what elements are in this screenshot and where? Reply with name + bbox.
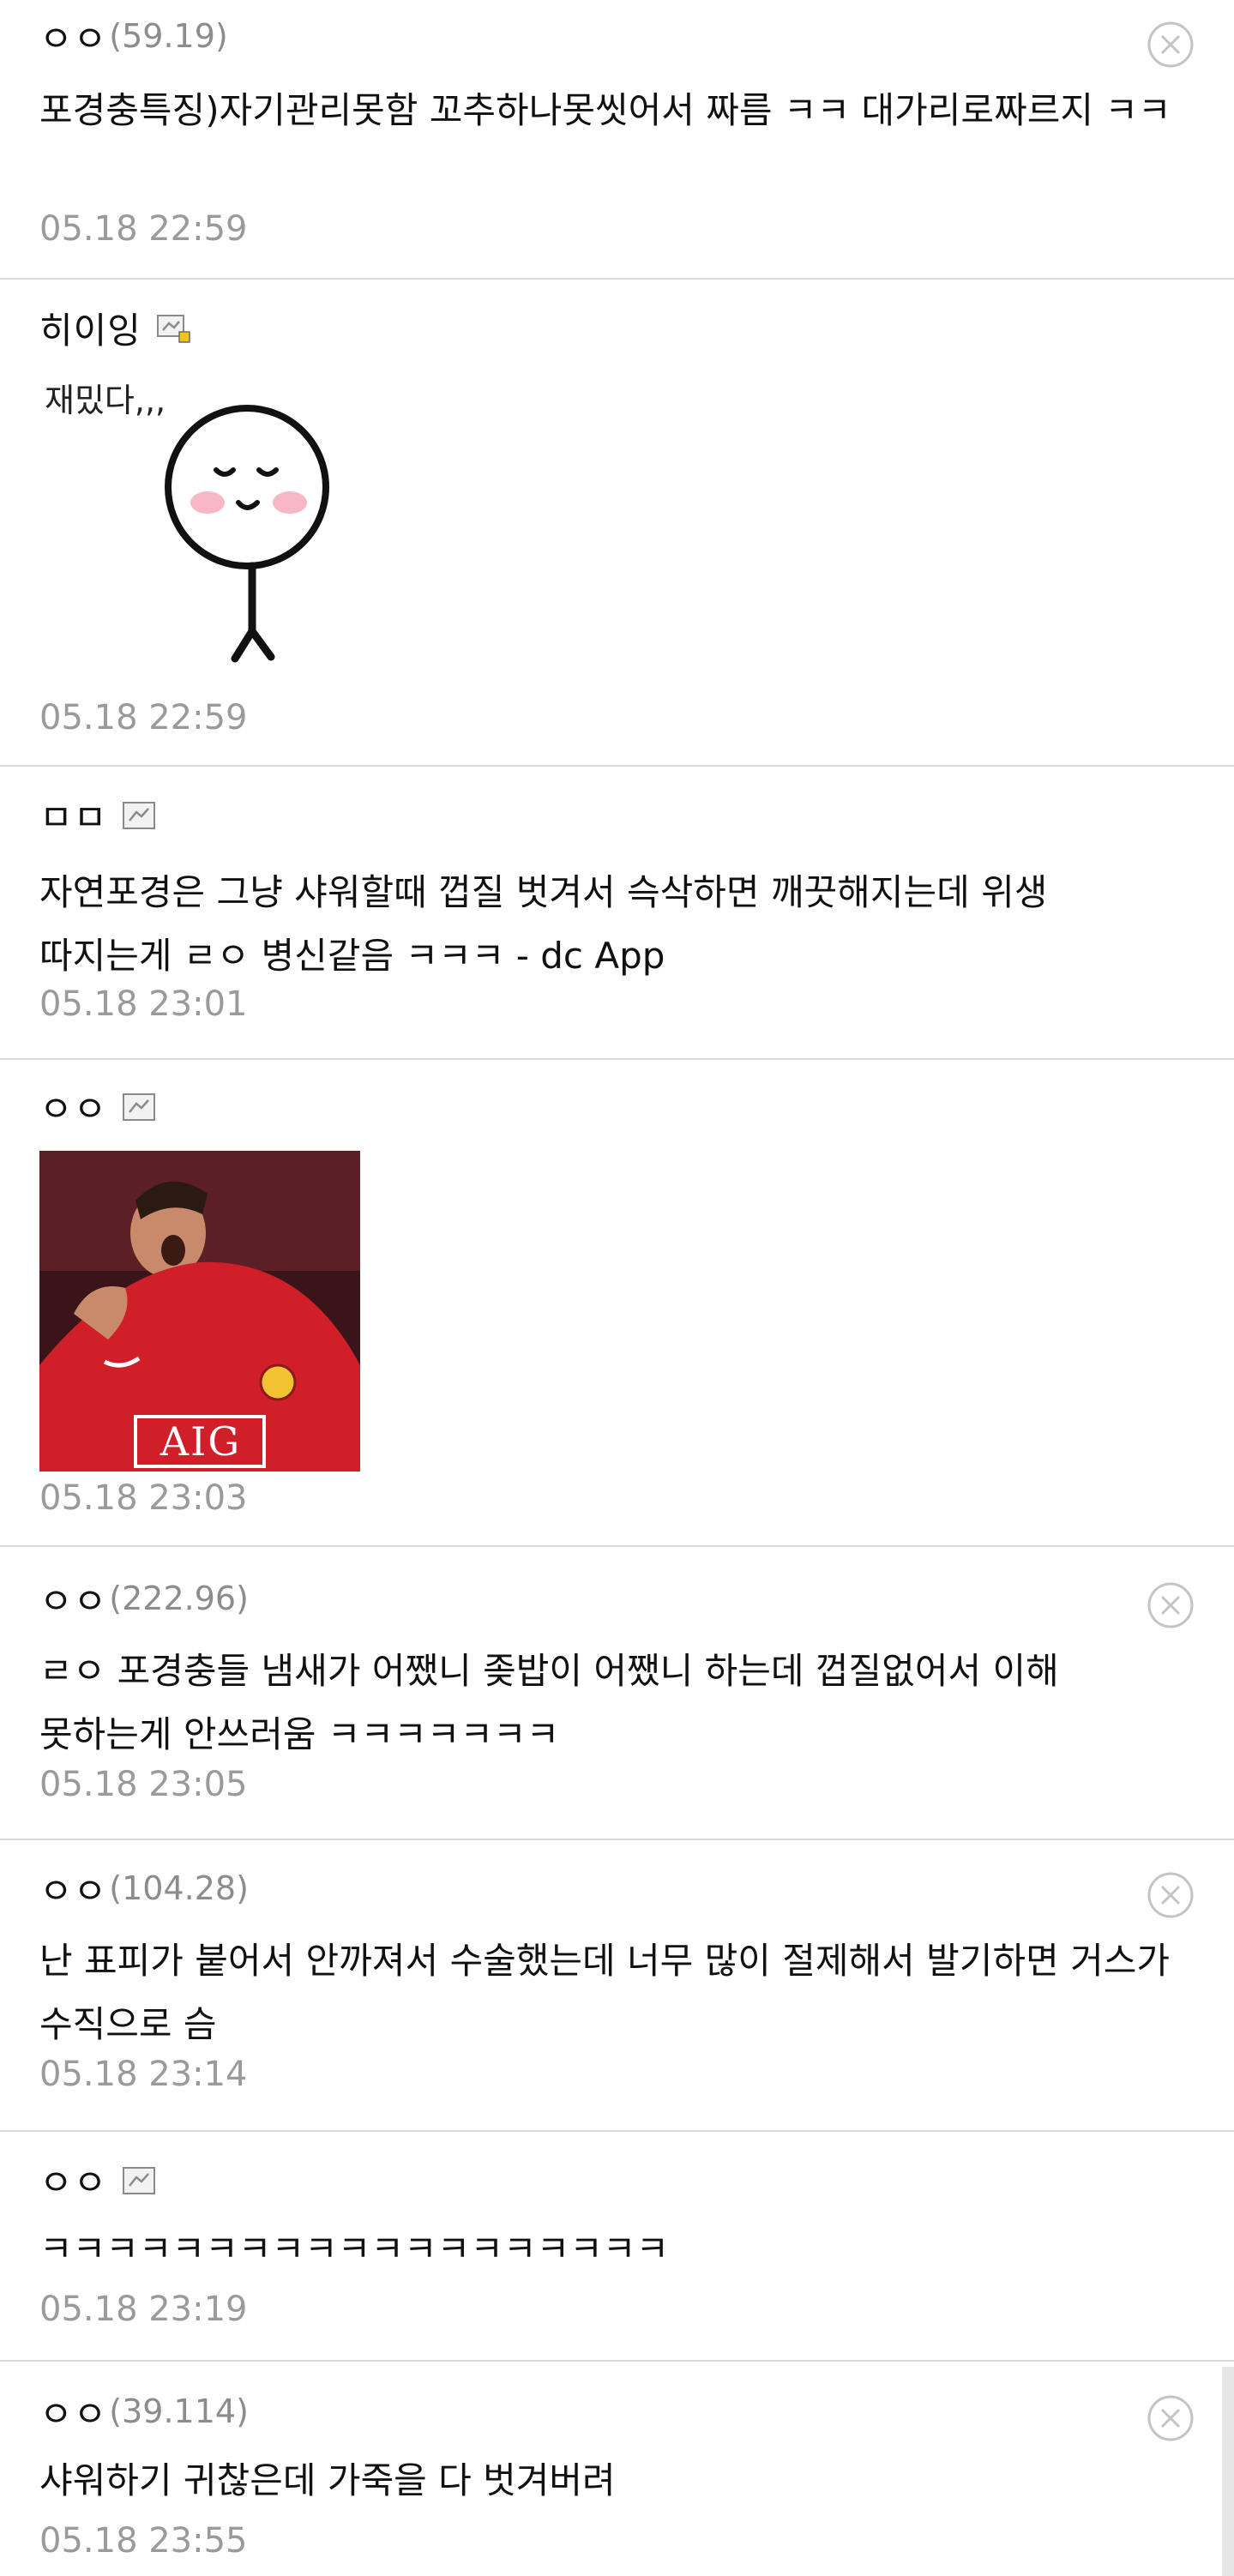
comment-nickname[interactable]: ㅇㅇ (39, 2154, 107, 2206)
comment-item: ㅇㅇ (104.28) 난 표피가 붙어서 안까져서 수술했는데 너무 많이 절… (0, 1840, 1234, 2132)
comment-author: ㅇㅇ (39, 2158, 156, 2204)
comment-date: 05.18 23:01 (39, 984, 248, 1024)
comment-text: 샤워하기 귀찮은데 가죽을 다 벗겨버려 (39, 2459, 616, 2501)
comment-author: ㅇㅇ (39, 1084, 156, 1130)
comment-item: ㅇㅇ (222.96) ㄹㅇ 포경충들 냄새가 어쨌니 좆밥이 어쨌니 하는데 … (0, 1547, 1234, 1840)
comment-date: 05.18 23:55 (39, 2521, 248, 2561)
half-fixed-nick-icon (156, 315, 190, 343)
comment-author: ㅇㅇ (104.28) (39, 1866, 249, 1912)
comment-item: ㅁㅁ 자연포경은 그냥 샤워할때 껍질 벗겨서 슥삭하면 깨끗해지는데 위생 따… (0, 767, 1234, 1060)
fixed-nick-icon (123, 2167, 156, 2194)
comment-item: ㅇㅇ ㅋㅋㅋㅋㅋㅋㅋㅋㅋㅋㅋㅋㅋㅋㅋㅋㅋㅋㅋ 05.18 23:19 (0, 2132, 1234, 2362)
comment-text: 포경충특징)자기관리못함 꼬추하나못씻어서 짜름 ㅋㅋ 대가리로짜르지 ㅋㅋ (39, 89, 1171, 131)
delete-icon[interactable] (1147, 1581, 1195, 1629)
comment-item: 히이잉 재밌다,,, 05.18 22:59 (0, 280, 1234, 767)
comment-author: ㅇㅇ (39.114) (39, 2389, 249, 2435)
comment-nickname[interactable]: ㅇㅇ (39, 1573, 107, 1625)
comment-date: 05.18 23:05 (39, 1765, 248, 1804)
fixed-nick-icon (123, 802, 156, 829)
jersey-text: AIG (160, 1418, 242, 1465)
comment-image[interactable]: AIG (39, 1151, 360, 1472)
comment-ip: (39.114) (109, 2392, 249, 2430)
comment-date: 05.18 22:59 (39, 209, 248, 249)
comment-author: ㅁㅁ (39, 792, 156, 839)
dccon-image[interactable]: 재밌다,,, (39, 374, 365, 700)
comment-ip: (104.28) (109, 1869, 249, 1907)
comment-author: 히이잉 (39, 305, 190, 352)
comment-author: ㅇㅇ (222.96) (39, 1576, 249, 1622)
comment-ip: (222.96) (109, 1580, 249, 1617)
comment-item: ㅇㅇ (59.19) 포경충특징)자기관리못함 꼬추하나못씻어서 짜름 ㅋㅋ 대… (0, 0, 1234, 280)
comment-nickname[interactable]: ㅇㅇ (39, 1863, 107, 1915)
comment-nickname[interactable]: ㅇㅇ (39, 10, 107, 63)
comment-text: ㄹㅇ 포경충들 냄새가 어쨌니 좆밥이 어쨌니 하는데 껍질없어서 이해 못하는… (39, 1650, 1059, 1755)
fixed-nick-icon (123, 1093, 156, 1121)
comment-text: 자연포경은 그냥 샤워할때 껍질 벗겨서 슥삭하면 깨끗해지는데 위생 따지는게… (39, 871, 1048, 977)
comment-item: ㅇㅇ AIG 05.18 23:03 (0, 1060, 1234, 1547)
delete-icon[interactable] (1147, 2394, 1195, 2442)
comment-date: 05.18 22:59 (39, 698, 248, 737)
scrollbar[interactable] (1222, 2367, 1234, 2576)
delete-icon[interactable] (1147, 1871, 1195, 1919)
comment-text: 난 표피가 붙어서 안까져서 수술했는데 너무 많이 절제해서 발기하면 거스가… (39, 1940, 1170, 2045)
comment-date: 05.18 23:19 (39, 2290, 248, 2329)
delete-icon[interactable] (1147, 21, 1195, 69)
comment-item: ㅇㅇ (39.114) 샤워하기 귀찮은데 가죽을 다 벗겨버려 05.18 2… (0, 2362, 1234, 2576)
comment-nickname[interactable]: 히이잉 (39, 302, 141, 354)
comment-text: ㅋㅋㅋㅋㅋㅋㅋㅋㅋㅋㅋㅋㅋㅋㅋㅋㅋㅋㅋ (39, 2228, 670, 2270)
comment-date: 05.18 23:03 (39, 1478, 248, 1518)
comment-nickname[interactable]: ㅇㅇ (39, 2386, 107, 2438)
comment-date: 05.18 23:14 (39, 2055, 248, 2094)
comment-author: ㅇㅇ (59.19) (39, 14, 228, 60)
comment-nickname[interactable]: ㅇㅇ (39, 1080, 107, 1133)
comment-ip: (59.19) (109, 17, 228, 55)
comment-nickname[interactable]: ㅁㅁ (39, 789, 107, 841)
